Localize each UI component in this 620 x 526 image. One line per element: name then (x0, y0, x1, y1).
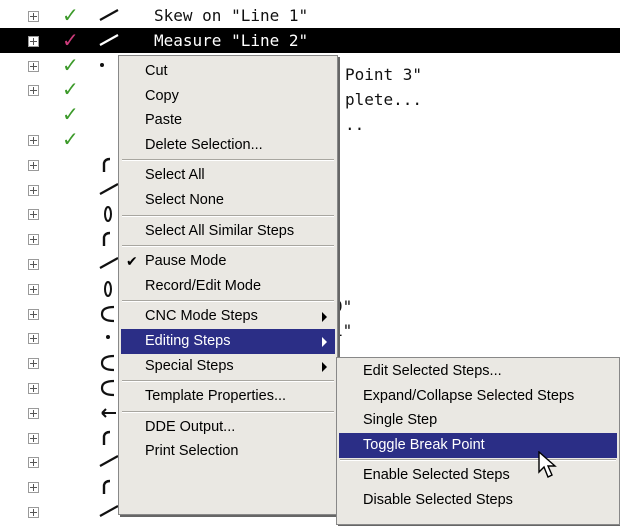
menu-separator (122, 380, 334, 383)
check-icon: ✓ (62, 52, 79, 77)
menu-item-dde-output[interactable]: DDE Output... (121, 415, 335, 440)
menu-item-delete-selection[interactable]: Delete Selection... (121, 133, 335, 158)
menu-item-label: Delete Selection... (145, 136, 263, 153)
menu-separator (340, 459, 616, 462)
expand-icon[interactable] (28, 333, 39, 345)
menu-item-toggle-break-point[interactable]: Toggle Break Point (339, 432, 617, 458)
submenu-arrow-icon (322, 312, 327, 323)
submenu-arrow-icon (322, 361, 327, 372)
expand-icon[interactable] (28, 35, 39, 47)
menu-item-editing-steps[interactable]: Editing Steps (121, 329, 335, 354)
menu-separator (122, 300, 334, 303)
menu-item-select-all[interactable]: Select All (121, 163, 335, 188)
expand-icon[interactable] (28, 432, 39, 444)
expand-icon[interactable] (28, 259, 39, 270)
check-icon: ✓ (62, 127, 79, 151)
menu-item-label: Template Properties... (145, 388, 287, 405)
menu-item-label: Single Step (363, 412, 438, 429)
expand-icon[interactable] (28, 11, 39, 22)
expand-icon[interactable] (28, 383, 39, 394)
menu-item-label: CNC Mode Steps (145, 308, 258, 325)
menu-item-edit-selected-steps[interactable]: Edit Selected Steps... (339, 359, 617, 384)
menu-separator (122, 245, 334, 248)
editing-steps-submenu: Edit Selected Steps... Expand/Collapse Se… (336, 357, 620, 525)
expand-icon[interactable] (28, 457, 39, 469)
step-row[interactable]: ✓ Measure "Line 2" (0, 27, 620, 53)
expand-icon[interactable] (28, 159, 39, 171)
menu-item-cut[interactable]: Cut (121, 59, 335, 84)
mouse-pointer-icon (538, 450, 560, 485)
menu-item-label: Select All Similar Steps (145, 222, 295, 239)
menu-separator (122, 214, 334, 217)
checkmark-icon: ✔ (126, 253, 138, 270)
feature-type-icon (94, 3, 124, 28)
menu-item-label: Cut (145, 63, 168, 79)
menu-separator (122, 410, 334, 413)
step-label: Measure "Line 2" (154, 30, 309, 50)
menu-item-label: Disable Selected Steps (363, 492, 513, 508)
check-icon: ✓ (62, 3, 79, 27)
expand-icon[interactable] (28, 308, 39, 320)
expand-icon[interactable] (28, 283, 39, 295)
step-text-fragment: plete... (345, 90, 423, 109)
expand-icon[interactable] (28, 482, 39, 494)
menu-item-record-edit-mode[interactable]: Record/Edit Mode (121, 274, 335, 299)
menu-item-label: Paste (145, 112, 183, 129)
menu-item-label: Edit Selected Steps... (363, 363, 502, 379)
menu-item-label: Copy (145, 87, 179, 104)
menu-item-label: Print Selection (145, 443, 239, 460)
expand-icon[interactable] (28, 60, 39, 72)
check-icon: ✓ (62, 102, 79, 127)
expand-icon[interactable] (28, 358, 39, 370)
expand-icon[interactable] (28, 209, 39, 221)
submenu-arrow-icon (322, 337, 327, 347)
expand-icon[interactable] (28, 85, 39, 97)
menu-item-template-properties[interactable]: Template Properties... (121, 384, 335, 409)
expand-icon[interactable] (28, 507, 39, 518)
menu-item-select-none[interactable]: Select None (121, 188, 335, 213)
step-label: Skew on "Line 1" (154, 6, 309, 25)
menu-item-label: Enable Selected Steps (363, 467, 510, 484)
check-icon: ✓ (62, 77, 79, 102)
expand-icon[interactable] (28, 407, 39, 419)
menu-item-disable-selected-steps[interactable]: Disable Selected Steps (339, 488, 617, 513)
menu-item-select-all-similar-steps[interactable]: Select All Similar Steps (121, 219, 335, 244)
expand-icon[interactable] (28, 234, 39, 246)
menu-item-label: Select None (145, 192, 224, 208)
step-text-fragment: Point 3" (345, 65, 423, 84)
menu-item-single-step[interactable]: Single Step (339, 408, 617, 433)
menu-item-expand-collapse-selected-steps[interactable]: Expand/Collapse Selected Steps (339, 384, 617, 409)
menu-item-label: Record/Edit Mode (145, 277, 262, 294)
menu-item-pause-mode[interactable]: ✔ Pause Mode (121, 249, 335, 274)
step-row[interactable]: ✓ Skew on "Line 1" (0, 3, 620, 28)
expand-icon[interactable] (28, 184, 39, 196)
menu-item-paste[interactable]: Paste (121, 108, 335, 133)
menu-item-label: DDE Output... (145, 418, 236, 435)
menu-item-cnc-mode-steps[interactable]: CNC Mode Steps (121, 304, 335, 329)
menu-item-label: Select All (145, 167, 205, 184)
context-menu: Cut Copy Paste Delete Selection... Select Al… (118, 55, 338, 515)
step-text-fragment: .. (345, 115, 365, 134)
check-icon: ✓ (62, 27, 79, 52)
feature-type-icon (94, 28, 124, 53)
menu-item-print-selection[interactable]: Print Selection (121, 439, 335, 464)
menu-item-label: Editing Steps (145, 333, 231, 349)
menu-item-label: Expand/Collapse Selected Steps (363, 387, 575, 404)
menu-item-copy[interactable]: Copy (121, 84, 335, 109)
menu-item-enable-selected-steps[interactable]: Enable Selected Steps (339, 463, 617, 488)
menu-item-special-steps[interactable]: Special Steps (121, 354, 335, 379)
menu-separator (122, 159, 334, 162)
expand-icon[interactable] (28, 135, 39, 146)
menu-item-label: Pause Mode (145, 253, 227, 270)
menu-item-label: Special Steps (145, 357, 234, 374)
menu-item-label: Toggle Break Point (363, 436, 485, 453)
